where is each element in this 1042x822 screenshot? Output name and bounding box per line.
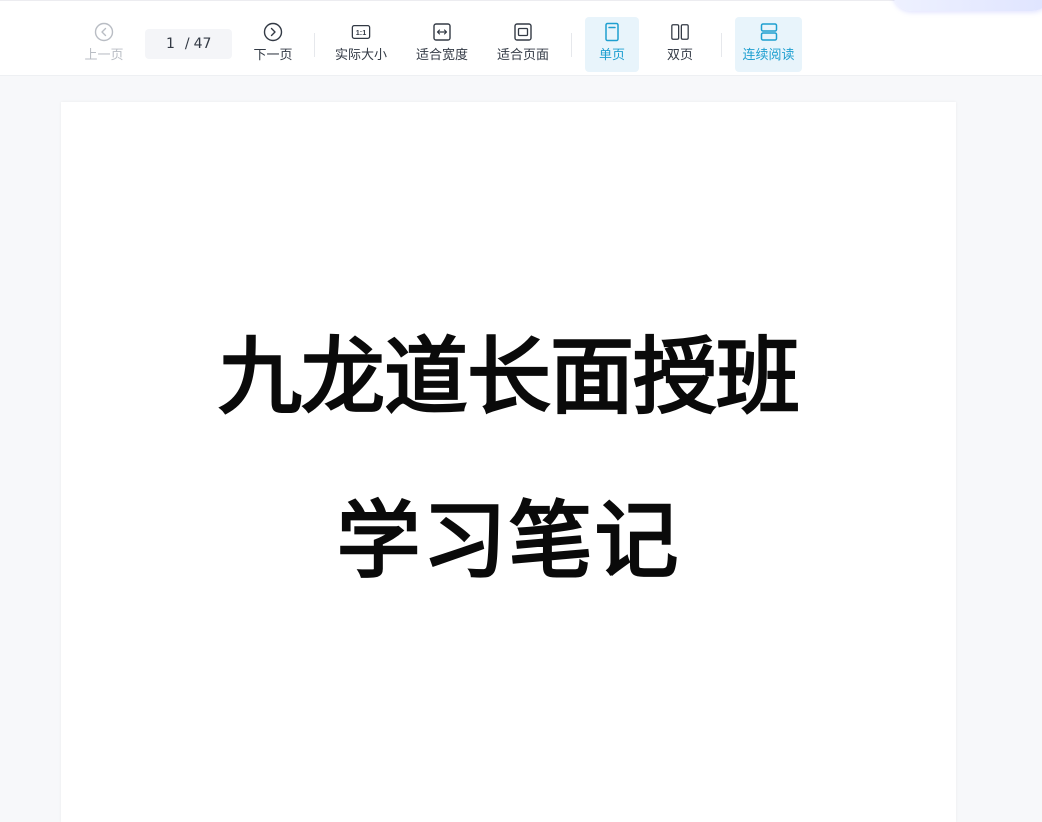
double-page-label: 双页 <box>666 48 693 63</box>
page-number-input[interactable]: 1 /47 <box>145 29 232 59</box>
fit-page-icon <box>513 22 533 42</box>
chevron-right-circle-icon <box>263 22 283 42</box>
continuous-read-button[interactable]: 连续阅读 <box>735 17 802 72</box>
fit-width-icon <box>432 22 452 42</box>
document-title-line-1: 九龙道长面授班 <box>217 327 800 426</box>
fit-page-button[interactable]: 适合页面 <box>493 17 553 72</box>
fit-width-label: 适合宽度 <box>415 48 468 63</box>
next-page-label: 下一页 <box>253 48 293 63</box>
double-page-button[interactable]: 双页 <box>653 17 707 72</box>
continuous-scroll-icon <box>759 22 779 42</box>
single-page-label: 单页 <box>598 48 625 63</box>
toolbar-divider <box>721 33 722 57</box>
page-separator: / <box>184 36 190 52</box>
next-page-button[interactable]: 下一页 <box>249 17 297 72</box>
fit-width-button[interactable]: 适合宽度 <box>412 17 472 72</box>
toolbar-divider <box>314 33 315 57</box>
current-page: 1 <box>166 36 175 52</box>
document-title-line-2: 学习笔记 <box>336 491 681 590</box>
viewer-toolbar: 上一页 1 /47 下一页 1:1 实际大小 适合宽度 适合页面 单页 双页 连续… <box>0 0 1042 76</box>
single-page-icon <box>602 22 622 42</box>
document-page: 九龙道长面授班 学习笔记 <box>61 102 956 822</box>
total-pages: 47 <box>193 36 212 52</box>
actual-size-button[interactable]: 1:1 实际大小 <box>331 17 391 72</box>
toolbar-divider <box>571 33 572 57</box>
prev-page-label: 上一页 <box>84 48 124 63</box>
prev-page-button[interactable]: 上一页 <box>80 17 128 72</box>
continuous-read-label: 连续阅读 <box>742 48 795 63</box>
single-page-button[interactable]: 单页 <box>585 17 639 72</box>
fit-page-label: 适合页面 <box>496 48 549 63</box>
chevron-left-circle-icon <box>94 22 114 42</box>
one-to-one-icon: 1:1 <box>351 22 371 42</box>
one-to-one-glyph: 1:1 <box>356 28 367 37</box>
actual-size-label: 实际大小 <box>334 48 387 63</box>
double-page-icon <box>670 22 690 42</box>
header-decoration <box>892 0 1042 11</box>
